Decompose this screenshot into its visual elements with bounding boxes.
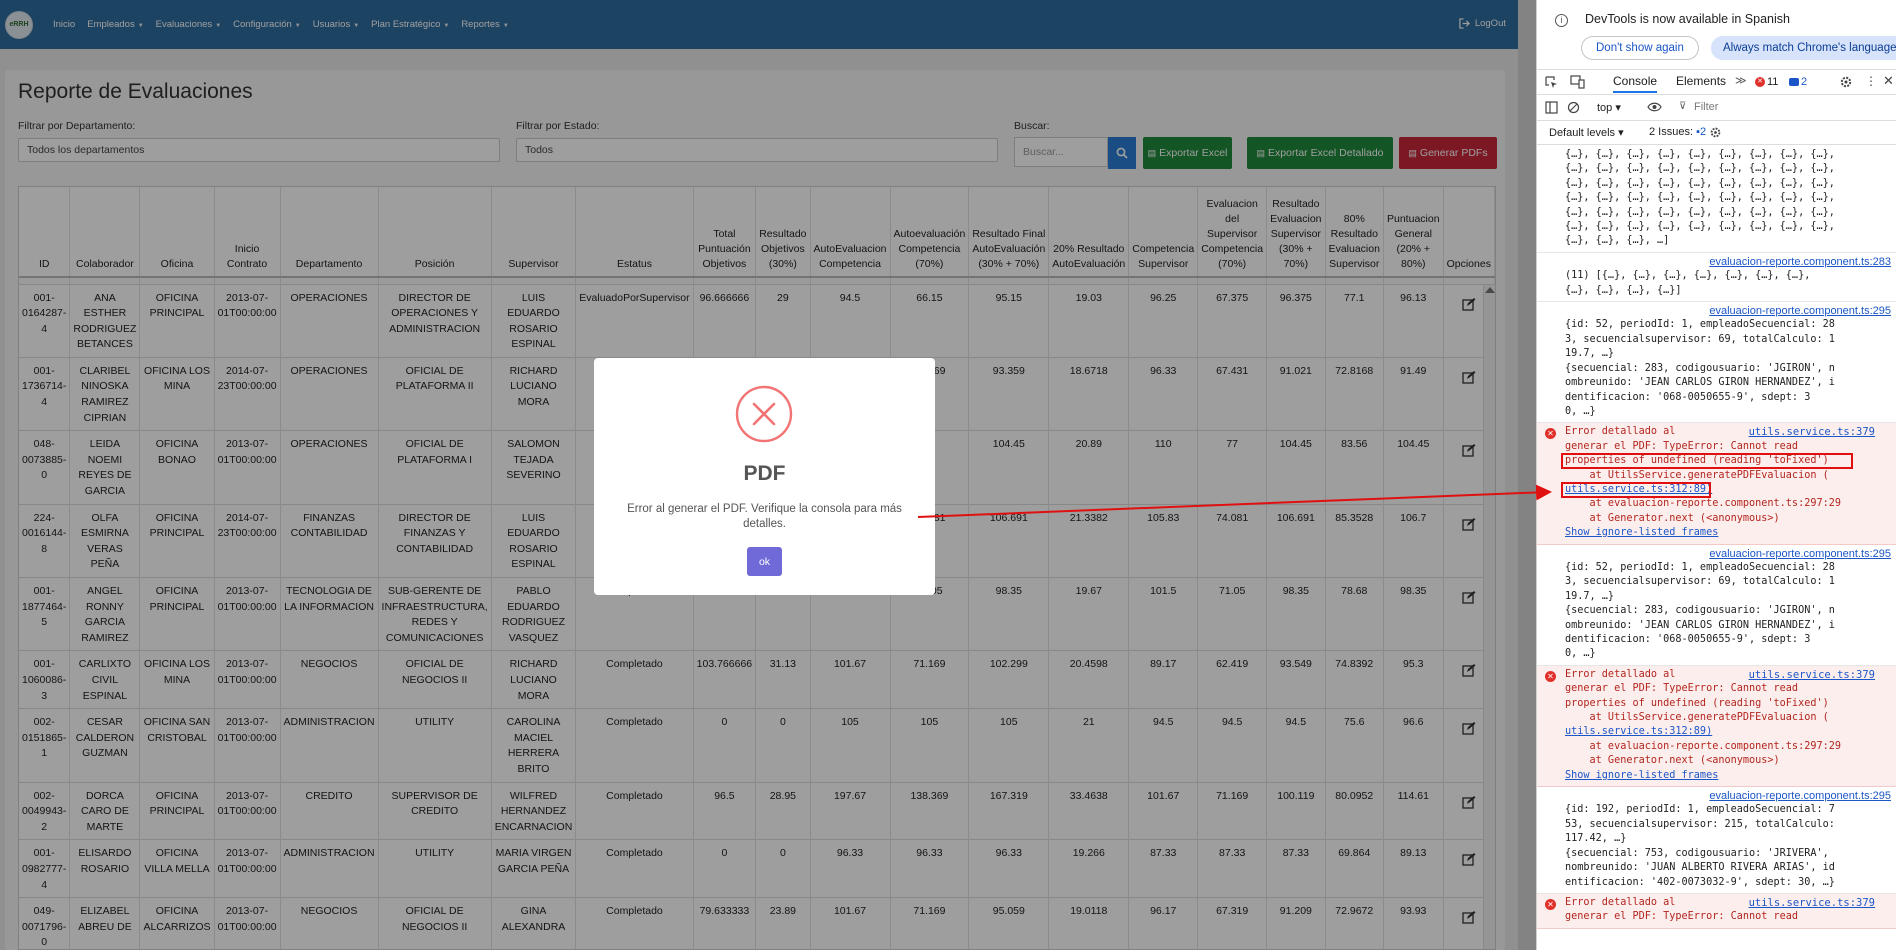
log-line: 19.7, …} — [1565, 590, 1615, 602]
log-line: {secuencial: 753, codigousuario: 'JRIVER… — [1565, 847, 1829, 859]
console-levels-bar: Default levels ▾ 2 Issues: ▪2 — [1537, 121, 1896, 145]
source-link[interactable]: evaluacion-reporte.component.ts:283 — [1565, 255, 1891, 269]
dont-show-again-button[interactable]: Don't show again — [1581, 36, 1699, 60]
log-line: generar el PDF: TypeError: Cannot read — [1565, 683, 1799, 695]
levels-dropdown[interactable]: Default levels ▾ — [1549, 126, 1624, 139]
log-line: 0, …} — [1565, 648, 1596, 660]
devtools-tab-bar: Console Elements ≫ ✕ 11 2 ⋮ ✕ — [1537, 70, 1896, 95]
log-line: at evaluacion-reporte.component.ts:297:2… — [1565, 498, 1842, 510]
annotation-highlight-box — [1561, 482, 1711, 499]
error-icon: ✕ — [1545, 428, 1556, 440]
log-line: generar el PDF: TypeError: Cannot read — [1565, 440, 1799, 452]
source-link[interactable]: evaluacion-reporte.component.ts:295 — [1565, 547, 1891, 561]
source-link[interactable]: evaluacion-reporte.component.ts:295 — [1565, 304, 1891, 318]
log-line: entificacion: '402-0073032-9', sdept: 30… — [1565, 876, 1835, 888]
log-line: generar el PDF: TypeError: Cannot read — [1565, 911, 1799, 923]
console-settings-gear-icon[interactable] — [1709, 126, 1722, 139]
console-log-message[interactable]: evaluacion-reporte.component.ts:295 {id: … — [1537, 545, 1896, 666]
log-line: at UtilsService.generatePDFEvaluacion ( — [1565, 712, 1829, 724]
error-dialog: PDF Error al generar el PDF. Verifique l… — [594, 358, 935, 595]
log-line: {…}, {…}, {…}, {…}, {…}, {…}, {…}, {…}, … — [1565, 206, 1835, 218]
issues-counter[interactable]: 2 Issues: ▪2 — [1649, 126, 1706, 138]
message-icon — [1789, 78, 1799, 86]
close-devtools-icon[interactable]: ✕ — [1883, 73, 1894, 89]
console-error-message[interactable]: ✕ Error detallado al generar el PDF: TypeE… — [1537, 423, 1896, 545]
dialog-message: Error al generar el PDF. Verifique la co… — [627, 503, 902, 530]
log-line: {…}, {…}, {…}, {…}, {…}, {…}, {…}, {…}, … — [1565, 192, 1835, 204]
log-line[interactable]: Show ignore-listed frames — [1565, 769, 1891, 783]
error-counter[interactable]: ✕ 11 — [1755, 76, 1778, 88]
log-line: {…}, {…}, {…}, …] — [1565, 235, 1670, 247]
filter-input[interactable]: Filter — [1694, 101, 1718, 113]
tab-console[interactable]: Console — [1613, 74, 1658, 93]
app-window: eRRH Inicio Empleados ▼ Evaluaciones ▼ Config… — [0, 0, 1536, 950]
log-line: nombreunido: 'JUAN ALBERTO RIVERA ARIAS'… — [1565, 862, 1835, 874]
log-line: {secuencial: 283, codigousuario: 'JGIRON… — [1565, 605, 1835, 617]
log-line: {id: 192, periodId: 1, empleadoSecuencia… — [1565, 804, 1835, 816]
console-log-message[interactable]: evaluacion-reporte.component.ts:283 (11) … — [1537, 253, 1896, 303]
console-toolbar: top ▾ ⊽ Filter — [1537, 95, 1896, 121]
dialog-ok-button[interactable]: ok — [747, 547, 782, 576]
log-line: properties of undefined (reading 'toFixe… — [1565, 697, 1829, 709]
log-line: {…}, {…}, {…}, {…}, {…}, {…}, {…}, {…}, … — [1565, 163, 1835, 175]
log-line: 53, secuencialsupervisor: 215, totalCalc… — [1565, 818, 1835, 830]
log-line: ombreunido: 'JEAN CARLOS GIRON HERNANDEZ… — [1565, 377, 1835, 389]
live-expression-eye-icon[interactable] — [1647, 101, 1662, 113]
device-toolbar-icon[interactable] — [1570, 75, 1585, 89]
log-line: ombreunido: 'JEAN CARLOS GIRON HERNANDEZ… — [1565, 619, 1835, 631]
log-line: at Generator.next (<anonymous>) — [1565, 512, 1780, 524]
devtools-language-banner: i DevTools is now available in Spanish D… — [1537, 0, 1896, 70]
log-line: {…}, {…}, {…}, {…}, {…}, {…}, {…}, {…}, … — [1565, 221, 1835, 233]
log-line: at Generator.next (<anonymous>) — [1565, 755, 1780, 767]
sidebar-toggle-icon[interactable] — [1545, 101, 1558, 114]
error-icon: ✕ — [1545, 670, 1556, 682]
error-x-icon — [735, 385, 793, 443]
log-line: {…}, {…}, {…}, {…}] — [1565, 284, 1682, 296]
source-link[interactable]: utils.service.ts:379 — [1749, 425, 1875, 439]
log-line: {…}, {…}, {…}, {…}, {…}, {…}, {…}, {…}, … — [1565, 149, 1835, 160]
console-log: {…}, {…}, {…}, {…}, {…}, {…}, {…}, {…}, … — [1537, 146, 1896, 950]
devtools-panel: i DevTools is now available in Spanish D… — [1536, 0, 1896, 950]
log-line: dentificacion: '068-0050655-9', sdept: 3 — [1565, 391, 1811, 403]
log-line: (11) [{…}, {…}, {…}, {…}, {…}, {…}, {…}, — [1565, 270, 1811, 282]
annotation-highlight-box — [1561, 453, 1853, 470]
log-line: 3, secuencialsupervisor: 69, totalCalcul… — [1565, 576, 1835, 588]
log-line: 19.7, …} — [1565, 348, 1615, 360]
log-line[interactable]: Show ignore-listed frames — [1565, 526, 1891, 540]
console-log-message[interactable]: evaluacion-reporte.component.ts:295 {id: … — [1537, 787, 1896, 894]
filter-icon: ⊽ — [1679, 101, 1687, 112]
log-line: 3, secuencialsupervisor: 69, totalCalcul… — [1565, 333, 1835, 345]
log-line: {secuencial: 283, codigousuario: 'JGIRON… — [1565, 362, 1835, 374]
dialog-title: PDF — [743, 462, 786, 485]
source-link[interactable]: utils.service.ts:379 — [1749, 896, 1875, 910]
log-line: at evaluacion-reporte.component.ts:297:2… — [1565, 740, 1842, 752]
log-line: {…}, {…}, {…}, {…}, {…}, {…}, {…}, {…}, … — [1565, 177, 1835, 189]
inspect-element-icon[interactable] — [1545, 76, 1558, 89]
console-error-message[interactable]: ✕ Error detallado al generar el PDF: TypeE… — [1537, 893, 1896, 929]
source-link[interactable]: evaluacion-reporte.component.ts:295 — [1565, 789, 1891, 803]
match-language-button[interactable]: Always match Chrome's language — [1711, 36, 1896, 60]
log-line: 0, …} — [1565, 405, 1596, 417]
context-selector[interactable]: top ▾ — [1597, 101, 1621, 114]
banner-text: DevTools is now available in Spanish — [1585, 12, 1790, 26]
info-icon: i — [1555, 14, 1568, 27]
more-options-icon[interactable]: ⋮ — [1865, 74, 1877, 88]
source-link[interactable]: utils.service.ts:379 — [1749, 668, 1875, 682]
settings-gear-icon[interactable] — [1839, 75, 1853, 89]
tab-elements[interactable]: Elements — [1676, 74, 1726, 88]
log-line: at UtilsService.generatePDFEvaluacion ( — [1565, 469, 1829, 481]
log-line: {id: 52, periodId: 1, empleadoSecuencial… — [1565, 561, 1835, 573]
console-log-message[interactable]: {…}, {…}, {…}, {…}, {…}, {…}, {…}, {…}, … — [1537, 146, 1896, 253]
message-counter[interactable]: 2 — [1789, 76, 1807, 88]
error-icon: ✕ — [1755, 77, 1765, 87]
log-line: 117.42, …} — [1565, 833, 1627, 845]
clear-console-icon[interactable] — [1567, 101, 1580, 114]
console-log-message[interactable]: evaluacion-reporte.component.ts:295 {id: … — [1537, 302, 1896, 424]
console-error-message[interactable]: ✕ Error detallado al generar el PDF: TypeE… — [1537, 665, 1896, 788]
more-tabs-icon[interactable]: ≫ — [1735, 74, 1747, 87]
log-line: dentificacion: '068-0050655-9', sdept: 3 — [1565, 634, 1811, 645]
error-icon: ✕ — [1545, 898, 1556, 910]
log-line: {id: 52, periodId: 1, empleadoSecuencial… — [1565, 319, 1835, 331]
log-line[interactable]: utils.service.ts:312:89) — [1565, 725, 1891, 739]
